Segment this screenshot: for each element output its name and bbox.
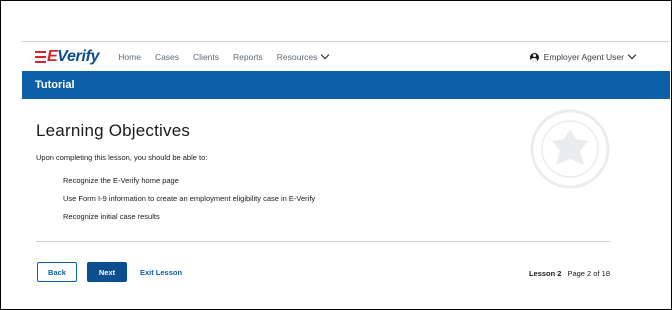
- nav-reports[interactable]: Reports: [233, 52, 263, 62]
- nav-resources-label: Resources: [276, 52, 318, 62]
- nav-clients[interactable]: Clients: [193, 52, 219, 62]
- header-top-border: [22, 41, 670, 42]
- app-frame: E Verify Home Cases Clients Reports Reso…: [0, 0, 672, 310]
- flag-icon: [35, 51, 46, 63]
- page-counter: Page 2 of 18: [567, 269, 610, 278]
- nav-resources[interactable]: Resources: [276, 50, 330, 62]
- tutorial-banner: Tutorial: [22, 71, 670, 99]
- user-icon: [529, 52, 539, 62]
- next-button[interactable]: Next: [87, 262, 127, 282]
- user-name: Employer Agent User: [543, 52, 624, 62]
- top-navigation: E Verify Home Cases Clients Reports Reso…: [35, 45, 637, 69]
- page-title: Learning Objectives: [36, 121, 191, 140]
- list-item: Use Form I-9 information to create an em…: [63, 194, 316, 203]
- content-divider: [36, 241, 610, 242]
- logo-e-text: E: [47, 48, 58, 65]
- chevron-down-icon: [321, 50, 330, 60]
- logo-verify-text: Verify: [57, 48, 100, 65]
- dhs-seal-icon: [530, 109, 610, 189]
- nav-cases[interactable]: Cases: [155, 52, 179, 62]
- objectives-list: Recognize the E-Verify home page Use For…: [63, 176, 315, 230]
- back-button[interactable]: Back: [37, 262, 77, 282]
- user-menu[interactable]: Employer Agent User: [529, 50, 637, 62]
- lesson-label: Lesson 2: [528, 269, 562, 278]
- list-item: Recognize the E-Verify home page: [63, 176, 179, 185]
- everify-logo[interactable]: E Verify: [35, 48, 100, 66]
- nav-home[interactable]: Home: [118, 52, 141, 62]
- intro-text: Upon completing this lesson, you should …: [36, 153, 208, 162]
- exit-lesson-link[interactable]: Exit Lesson: [137, 262, 185, 282]
- banner-title: Tutorial: [35, 79, 75, 91]
- list-item: Recognize initial case results: [63, 212, 160, 221]
- chevron-down-icon: [627, 50, 637, 60]
- lesson-page-indicator: Lesson 2 Page 2 of 18: [529, 269, 610, 278]
